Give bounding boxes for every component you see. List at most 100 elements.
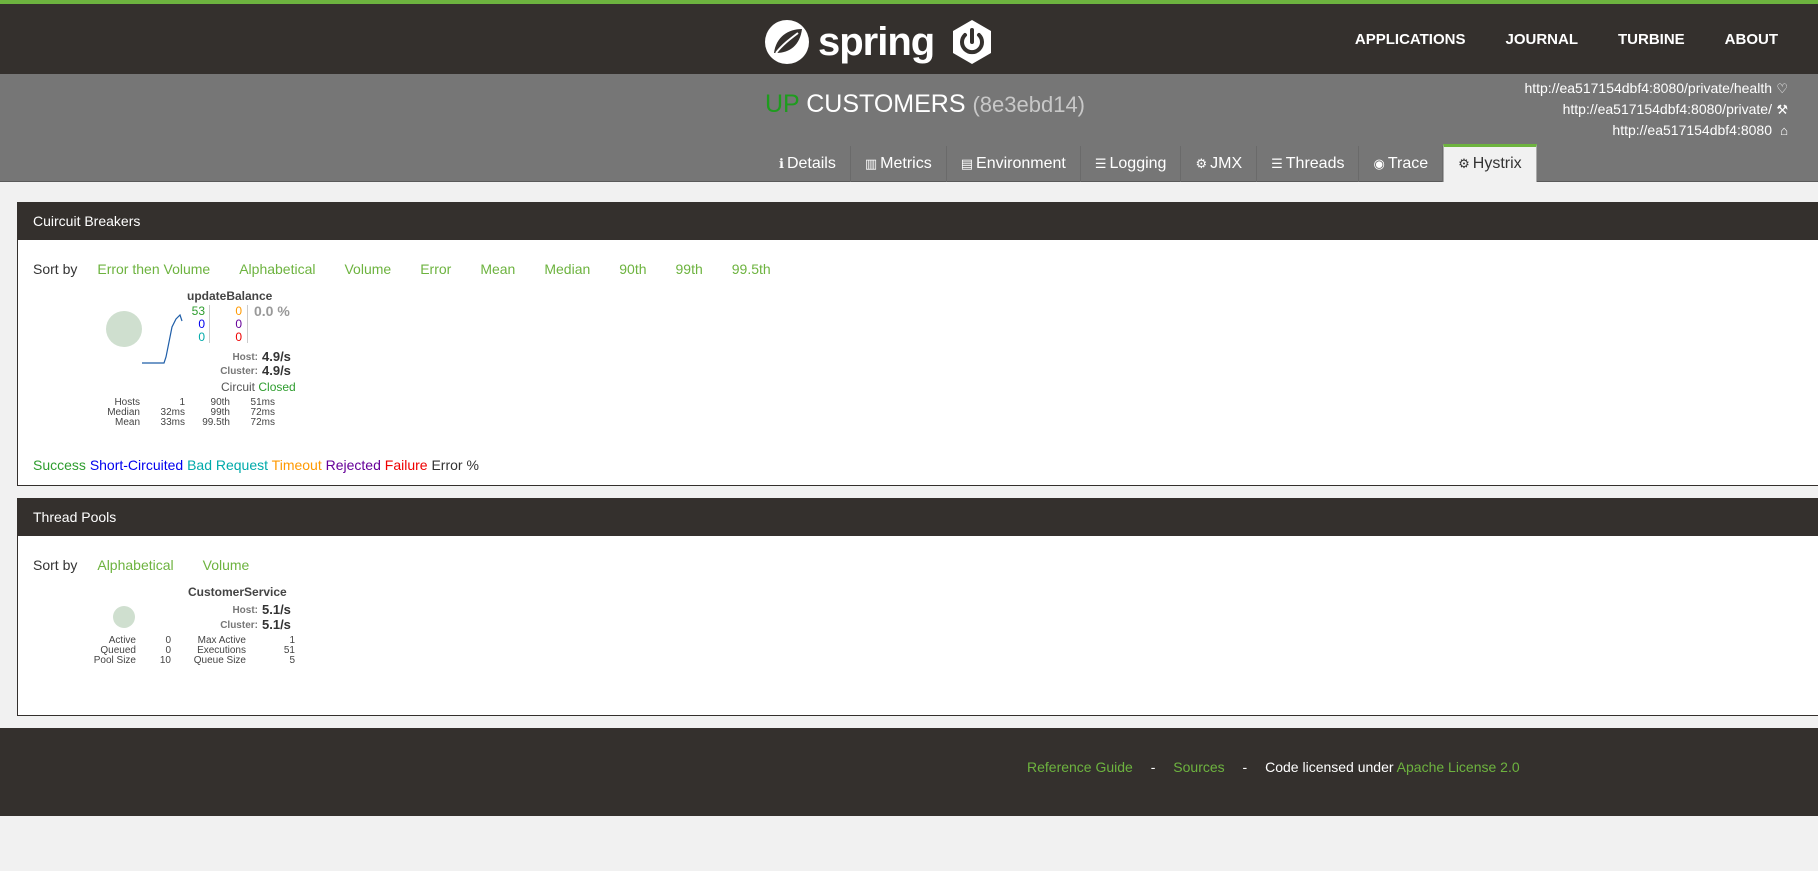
sort-alphabetical[interactable]: Alphabetical — [239, 261, 315, 277]
cluster-rate: 5.1/s — [262, 617, 291, 632]
bar-chart-icon: ▥ — [864, 156, 878, 171]
tab-label: Hystrix — [1472, 155, 1522, 172]
footer-links: Reference Guide - Sources - Code license… — [1027, 759, 1520, 775]
server-icon: ▤ — [960, 156, 974, 171]
reference-guide-link[interactable]: Reference Guide — [1027, 759, 1133, 775]
brand-text: spring — [818, 19, 935, 64]
page-footer: Reference Guide - Sources - Code license… — [0, 728, 1818, 816]
sort-90th[interactable]: 90th — [619, 261, 646, 277]
sort-label: Sort by — [33, 261, 78, 277]
service-url-link[interactable]: http://ea517154dbf4:8080 ⌂ — [1524, 120, 1788, 141]
main-nav: APPLICATIONS JOURNAL TURBINE ABOUT — [1355, 4, 1818, 74]
sort-error[interactable]: Error — [420, 261, 451, 277]
legend-timeout: Timeout — [271, 457, 322, 473]
thread-pool-monitor[interactable]: CustomerService Host: 5.1/s Cluster: 5.1… — [58, 583, 298, 673]
home-icon: ⌂ — [1780, 123, 1788, 138]
eye-icon: ◉ — [1373, 156, 1385, 171]
health-circle — [106, 311, 142, 347]
tab-label: Trace — [1387, 155, 1429, 172]
stat-pool-size-value: 10 — [159, 655, 171, 666]
circuit-name: updateBalance — [187, 289, 273, 303]
tab-hystrix[interactable]: ⚙ Hystrix — [1443, 144, 1537, 182]
tab-label: Threads — [1285, 155, 1345, 172]
tab-label: Logging — [1109, 155, 1167, 172]
app-urls: http://ea517154dbf4:8080/private/health ♡… — [1524, 78, 1788, 141]
host-label: Host: — [232, 605, 258, 616]
legend-success: Success — [33, 457, 86, 473]
health-url: http://ea517154dbf4:8080/private/health — [1524, 80, 1772, 96]
page-title: UP CUSTOMERS (8e3ebd14) — [765, 90, 1085, 119]
host-rate: 5.1/s — [262, 602, 291, 617]
management-url-link[interactable]: http://ea517154dbf4:8080/private/ ⚒ — [1524, 99, 1788, 120]
license-link[interactable]: Apache License 2.0 — [1397, 759, 1520, 775]
app-name: CUSTOMERS — [806, 90, 966, 118]
health-url-link[interactable]: http://ea517154dbf4:8080/private/health ♡ — [1524, 78, 1788, 99]
sort-alphabetical[interactable]: Alphabetical — [97, 557, 173, 573]
sort-bar: Sort by Error then Volume Alphabetical V… — [33, 261, 800, 277]
detail-tabs: ℹ Details ▥ Metrics ▤ Environment ☰ Logging … — [765, 144, 1537, 182]
service-url: http://ea517154dbf4:8080 — [1612, 122, 1772, 138]
sliders-icon: ☰ — [1094, 156, 1107, 171]
thread-pools-panel: Thread Pools Sort by Alphabetical Volume… — [17, 498, 1818, 716]
spring-logo[interactable]: spring — [764, 18, 935, 66]
legend-rejected: Rejected — [325, 457, 381, 473]
tab-label: Details — [786, 155, 836, 172]
circuit-breakers-panel: Cuircuit Breakers Sort by Error then Vol… — [17, 202, 1818, 486]
legend-error-pct: Error % — [431, 457, 479, 473]
legend-failure: Failure — [384, 457, 428, 473]
tab-label: JMX — [1210, 155, 1243, 172]
spring-leaf-icon — [765, 20, 809, 64]
error-percentage: 0.0 % — [254, 303, 290, 319]
tab-label: Environment — [976, 155, 1066, 172]
tab-trace[interactable]: ◉ Trace — [1359, 146, 1444, 182]
app-id: (8e3ebd14) — [972, 92, 1086, 117]
tab-threads[interactable]: ☰ Threads — [1257, 146, 1360, 182]
stat-pool-size-label: Pool Size — [93, 655, 136, 666]
power-icon — [953, 20, 991, 64]
gear-icon: ⚙ — [1458, 156, 1470, 171]
nav-turbine[interactable]: TURBINE — [1618, 31, 1685, 48]
sort-volume[interactable]: Volume — [203, 557, 250, 573]
legend-short-circuited: Short-Circuited — [89, 457, 184, 473]
app-header: UP CUSTOMERS (8e3ebd14) http://ea517154d… — [0, 74, 1818, 182]
tab-details[interactable]: ℹ Details — [765, 146, 851, 182]
sort-99-5th[interactable]: 99.5th — [732, 261, 771, 277]
footer-separator: - — [1150, 759, 1156, 775]
tab-logging[interactable]: ☰ Logging — [1081, 146, 1182, 182]
host-label: Host: — [232, 352, 258, 363]
circuit-monitor[interactable]: updateBalance 53 0 0 0 0 0 0.0 % Host: 4… — [78, 287, 318, 437]
nav-journal[interactable]: JOURNAL — [1505, 31, 1578, 48]
pool-name: CustomerService — [188, 585, 287, 599]
circuit-status: Circuit Closed — [221, 380, 296, 394]
timeout-count: 0 — [235, 304, 242, 318]
sources-link[interactable]: Sources — [1173, 759, 1224, 775]
panel-title: Cuircuit Breakers — [18, 203, 1818, 240]
management-url: http://ea517154dbf4:8080/private/ — [1562, 101, 1772, 117]
sort-median[interactable]: Median — [544, 261, 590, 277]
heartbeat-icon: ♡ — [1776, 81, 1788, 96]
stat-99-5th-label: 99.5th — [202, 417, 230, 428]
tab-environment[interactable]: ▤ Environment — [947, 146, 1081, 182]
sort-error-volume[interactable]: Error then Volume — [97, 261, 210, 277]
sort-volume[interactable]: Volume — [344, 261, 391, 277]
cluster-label: Cluster: — [220, 620, 258, 631]
footer-separator: - — [1242, 759, 1248, 775]
info-icon: ℹ — [779, 156, 784, 171]
circuit-state: Closed — [258, 380, 296, 394]
cluster-label: Cluster: — [220, 366, 258, 377]
tab-metrics[interactable]: ▥ Metrics — [851, 146, 947, 182]
sort-bar: Sort by Alphabetical Volume — [33, 557, 278, 573]
top-navbar: spring APPLICATIONS JOURNAL TURBINE ABOU… — [0, 0, 1818, 74]
circuit-legend: Success Short-Circuited Bad Request Time… — [33, 457, 479, 473]
license-text: Code licensed under — [1265, 759, 1394, 775]
sort-99th[interactable]: 99th — [676, 261, 703, 277]
panel-title: Thread Pools — [18, 499, 1818, 536]
tab-jmx[interactable]: ⚙ JMX — [1181, 146, 1258, 182]
circuit-label: Circuit — [221, 380, 256, 394]
nav-about[interactable]: ABOUT — [1725, 31, 1778, 48]
legend-bad-request: Bad Request — [187, 457, 269, 473]
sort-mean[interactable]: Mean — [480, 261, 515, 277]
host-rate: 4.9/s — [262, 349, 291, 364]
nav-applications[interactable]: APPLICATIONS — [1355, 31, 1466, 48]
cluster-rate: 4.9/s — [262, 363, 291, 378]
